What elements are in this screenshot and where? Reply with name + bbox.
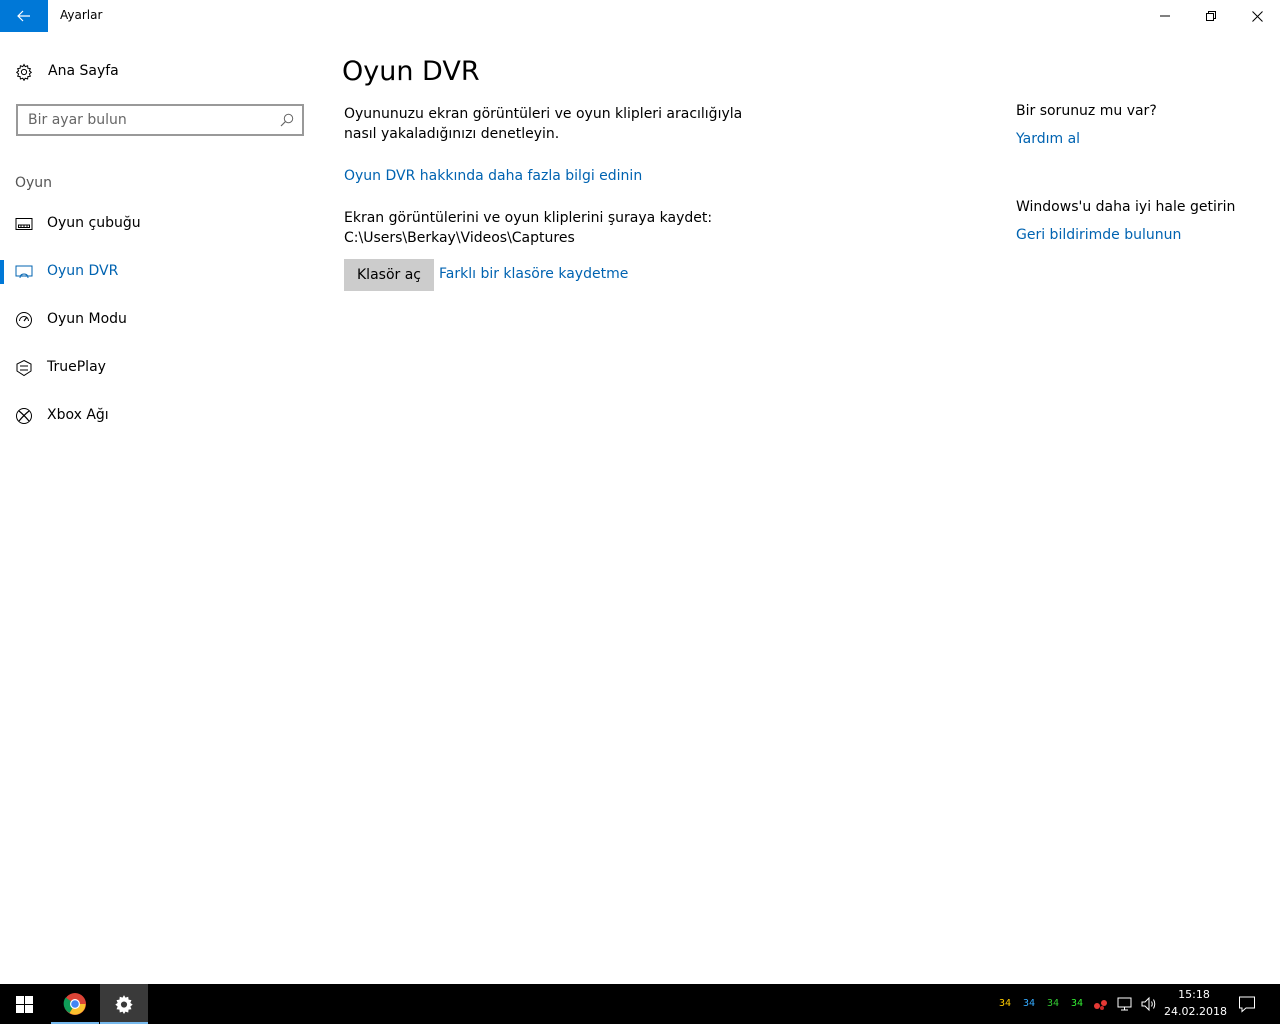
related-panel: Bir sorunuz mu var? Yardım al Windows'u … <box>1016 32 1280 432</box>
clock-date[interactable]: 24.02.2018 <box>1164 1005 1227 1018</box>
clock-time[interactable]: 15:18 <box>1166 988 1222 1001</box>
sidebar: Ana Sayfa Oyun Oyun çubuğu Oyun DVR <box>0 32 320 984</box>
taskbar-settings[interactable] <box>100 984 148 1024</box>
sidebar-item-game-bar[interactable]: Oyun çubuğu <box>0 200 320 248</box>
search-input[interactable] <box>18 106 268 134</box>
sidebar-item-label: Oyun DVR <box>47 263 119 279</box>
main-content: Oyun DVR Oyununuzu ekran görüntüleri ve … <box>320 32 980 984</box>
close-button[interactable] <box>1234 0 1280 32</box>
notification-center-icon[interactable] <box>1238 995 1256 1013</box>
give-feedback-link[interactable]: Geri bildirimde bulunun <box>1016 227 1181 243</box>
sidebar-item-label: Oyun çubuğu <box>47 215 141 231</box>
tray-monitor-value: 34 <box>1047 998 1060 1009</box>
game-mode-icon <box>16 312 32 328</box>
sidebar-item-label: Xbox Ağı <box>47 407 109 423</box>
settings-gear-icon <box>115 995 133 1014</box>
tray-monitor-value: 34 <box>999 998 1012 1009</box>
section-label: Oyun <box>15 175 53 191</box>
page-title: Oyun DVR <box>342 56 480 87</box>
title-bar: Ayarlar <box>0 0 1280 32</box>
restore-button[interactable] <box>1188 0 1234 32</box>
tray-monitor-value: 34 <box>1071 998 1084 1009</box>
chrome-icon <box>63 993 86 1015</box>
start-button[interactable] <box>0 984 48 1024</box>
tray-app-icon[interactable] <box>1092 995 1110 1013</box>
back-button[interactable] <box>0 0 48 32</box>
minimize-button[interactable] <box>1142 0 1188 32</box>
game-bar-icon <box>15 218 33 230</box>
volume-icon[interactable] <box>1140 995 1158 1013</box>
search-icon[interactable] <box>280 113 294 127</box>
save-path-text: Ekran görüntülerini ve oyun kliplerini ş… <box>344 210 713 246</box>
page-description: Oyununuzu ekran görüntüleri ve oyun klip… <box>344 106 743 142</box>
home-label: Ana Sayfa <box>48 63 119 79</box>
gear-icon <box>15 63 33 81</box>
xbox-icon <box>16 408 32 424</box>
sidebar-item-label: Oyun Modu <box>47 311 127 327</box>
taskbar-chrome[interactable] <box>51 984 99 1024</box>
search-box[interactable] <box>16 104 304 136</box>
help-question: Bir sorunuz mu var? <box>1016 103 1157 119</box>
windows-logo-icon <box>15 995 33 1013</box>
restore-icon <box>1206 11 1216 21</box>
sidebar-item-trueplay[interactable]: TruePlay <box>0 344 320 392</box>
learn-more-link[interactable]: Oyun DVR hakkında daha fazla bilgi edini… <box>344 168 642 184</box>
change-folder-link[interactable]: Farklı bir klasöre kaydetme <box>439 266 628 282</box>
get-help-link[interactable]: Yardım al <box>1016 131 1080 147</box>
taskbar: 34 34 34 34 15:18 24.02.2018 <box>0 984 1280 1024</box>
feedback-question: Windows'u daha iyi hale getirin <box>1016 199 1236 215</box>
open-folder-button[interactable]: Klasör aç <box>344 259 434 291</box>
game-dvr-icon <box>15 265 33 279</box>
minimize-icon <box>1160 15 1170 17</box>
tray-monitor-value: 34 <box>1023 998 1036 1009</box>
selection-indicator <box>0 260 4 284</box>
window-title: Ayarlar <box>60 8 103 22</box>
sidebar-item-xbox-network[interactable]: Xbox Ağı <box>0 392 320 440</box>
network-icon[interactable] <box>1116 995 1134 1013</box>
sidebar-item-game-dvr[interactable]: Oyun DVR <box>0 248 320 296</box>
close-icon <box>1251 10 1263 22</box>
trueplay-icon <box>16 359 32 377</box>
back-arrow-icon <box>17 10 30 22</box>
sidebar-item-game-mode[interactable]: Oyun Modu <box>0 296 320 344</box>
home-link[interactable]: Ana Sayfa <box>0 54 320 90</box>
sidebar-item-label: TruePlay <box>47 359 106 375</box>
